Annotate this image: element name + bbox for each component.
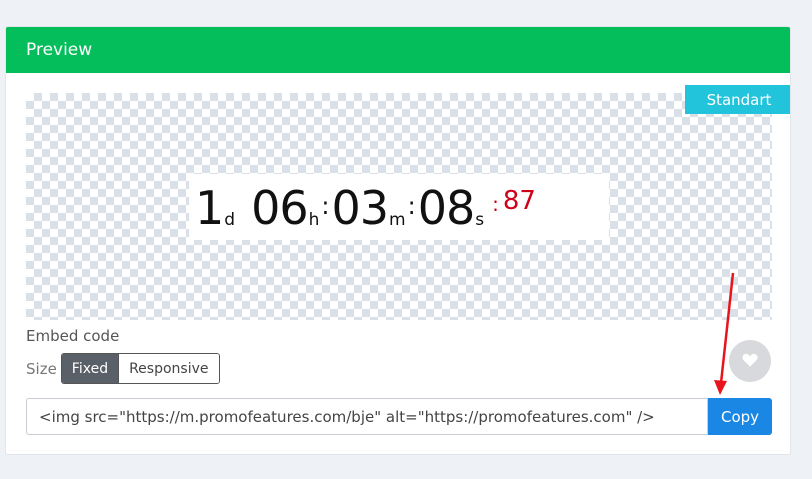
copy-button[interactable]: Copy — [708, 398, 772, 435]
card-header: Preview — [6, 27, 790, 73]
timer-hours: 06 — [251, 181, 309, 235]
size-responsive-button[interactable]: Responsive — [118, 354, 219, 383]
size-selector: Size Fixed Responsive — [26, 353, 220, 384]
timer-days-unit: d — [224, 210, 236, 230]
style-badge[interactable]: Standart — [685, 85, 790, 114]
embed-code-field[interactable] — [26, 398, 708, 435]
timer-minutes-unit: m — [389, 210, 406, 230]
preview-card: Preview Standart 1 d 06 h : 03 m : 08 s … — [5, 26, 791, 455]
timer-separator: : — [492, 192, 499, 216]
size-fixed-button[interactable]: Fixed — [61, 354, 119, 383]
card-title: Preview — [26, 40, 93, 60]
countdown-timer: 1 d 06 h : 03 m : 08 s : 87 — [189, 174, 609, 240]
timer-separator: : — [407, 192, 416, 220]
like-button[interactable] — [729, 340, 771, 382]
timer-hours-unit: h — [308, 210, 320, 230]
timer-seconds-unit: s — [475, 210, 485, 230]
size-toggle-group: Fixed Responsive — [60, 353, 220, 384]
heart-icon — [742, 352, 758, 371]
embed-code-row: Copy — [26, 398, 772, 435]
timer-hundredths: 87 — [502, 186, 536, 216]
timer-separator: : — [321, 192, 330, 220]
embed-code-label: Embed code — [26, 327, 120, 345]
timer-seconds: 08 — [417, 181, 476, 235]
timer-minutes: 03 — [331, 181, 390, 235]
size-label: Size — [26, 359, 57, 378]
timer-days: 1 — [195, 181, 224, 235]
